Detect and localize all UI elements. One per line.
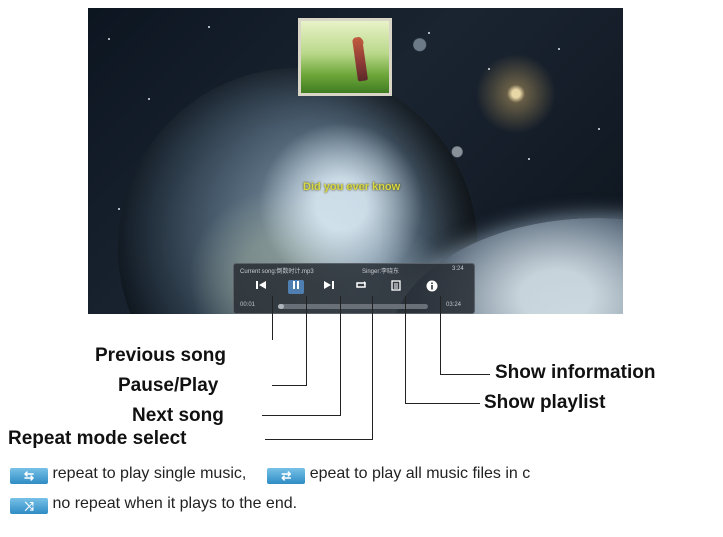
callout-line-pause [306,296,307,385]
label-repeat-mode: Repeat mode select [8,428,187,449]
singer-label: Singer:李晓东 [362,269,400,275]
time-elapsed: 00:01 [240,302,256,308]
time-total: 03:24 [446,302,462,308]
legend-all-text: epeat to play all music files in c [309,465,531,482]
callout-line-info-h [440,374,490,375]
skip-next-icon[interactable] [321,280,337,294]
repeat-icon[interactable] [353,280,369,294]
callout-line-repeat-h [265,439,373,440]
skip-previous-icon[interactable] [253,280,269,294]
legend-row-repeat: ⇆ repeat to play single music, ⇄ epeat t… [10,464,530,484]
progress-fill [278,304,284,309]
callout-line-next [340,296,341,415]
legend-none-text: no repeat when it plays to the end. [52,495,298,512]
duration-label: 3:24 [452,266,464,272]
pause-icon[interactable] [288,280,304,294]
callout-line-next-h [262,415,341,416]
legend-row-norepeat: ⤨ no repeat when it plays to the end. [10,494,297,514]
repeat-single-icon: ⇆ [10,468,48,484]
lyric-text: Did you ever know [303,181,401,193]
callout-line-info [440,296,441,374]
label-next-song: Next song [132,405,224,426]
callout-line-previous [272,296,273,340]
no-repeat-icon: ⤨ [10,498,48,514]
info-icon[interactable] [424,280,440,294]
legend-single-text: repeat to play single music, [52,465,247,482]
control-bar: Current song:倒数时计.mp3 Singer:李晓东 3:24 00… [233,263,475,314]
player-screen: Did you ever know Current song:倒数时计.mp3 … [88,8,623,314]
playlist-icon[interactable] [388,280,404,294]
current-song-label: Current song:倒数时计.mp3 [240,269,314,275]
repeat-all-icon: ⇄ [267,468,306,484]
callout-line-repeat [372,296,373,439]
callout-line-playlist [405,296,406,403]
callout-line-playlist-h [405,403,480,404]
album-figure [351,36,369,82]
label-previous-song: Previous song [95,345,226,366]
label-show-information: Show information [495,362,656,383]
album-art [298,18,392,96]
callout-line-pause-h [272,385,307,386]
label-show-playlist: Show playlist [484,392,606,413]
label-pause-play: Pause/Play [118,375,219,396]
